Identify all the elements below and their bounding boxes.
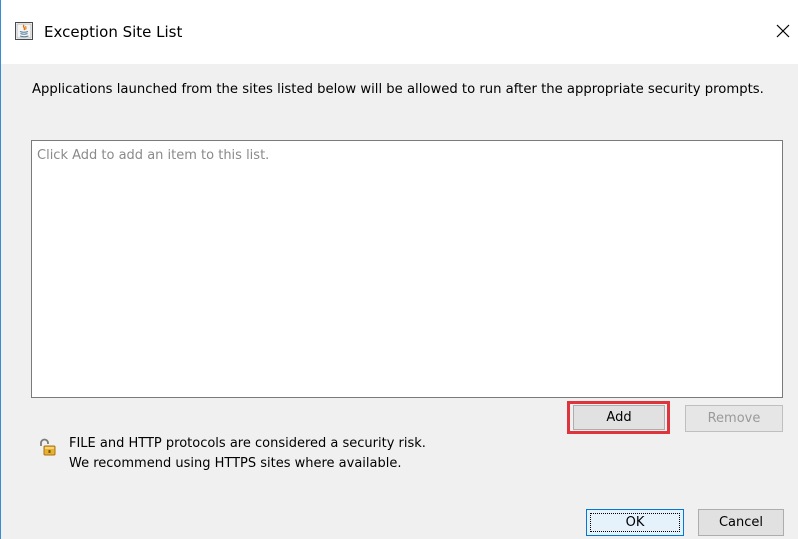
- title-bar[interactable]: Exception Site List: [1, 0, 798, 64]
- description-text: Applications launched from the sites lis…: [32, 82, 764, 97]
- ok-button[interactable]: OK: [586, 509, 684, 536]
- close-icon: [765, 24, 798, 52]
- site-list-placeholder: Click Add to add an item to this list.: [37, 148, 270, 163]
- warning-line-1: FILE and HTTP protocols are considered a…: [69, 436, 426, 451]
- warning-line-2: We recommend using HTTPS sites where ava…: [69, 456, 402, 471]
- cancel-button[interactable]: Cancel: [698, 509, 784, 536]
- dialog-title: Exception Site List: [44, 23, 183, 41]
- security-warning: FILE and HTTP protocols are considered a…: [69, 434, 426, 474]
- exception-site-list-dialog: Exception Site List Applications launche…: [0, 0, 798, 539]
- ok-button-label: OK: [625, 515, 645, 530]
- lock-icon: [38, 437, 58, 457]
- add-button[interactable]: Add: [573, 405, 665, 430]
- close-button[interactable]: [765, 14, 798, 48]
- remove-button: Remove: [685, 405, 783, 432]
- site-list[interactable]: Click Add to add an item to this list.: [31, 140, 783, 398]
- java-icon: [15, 22, 33, 40]
